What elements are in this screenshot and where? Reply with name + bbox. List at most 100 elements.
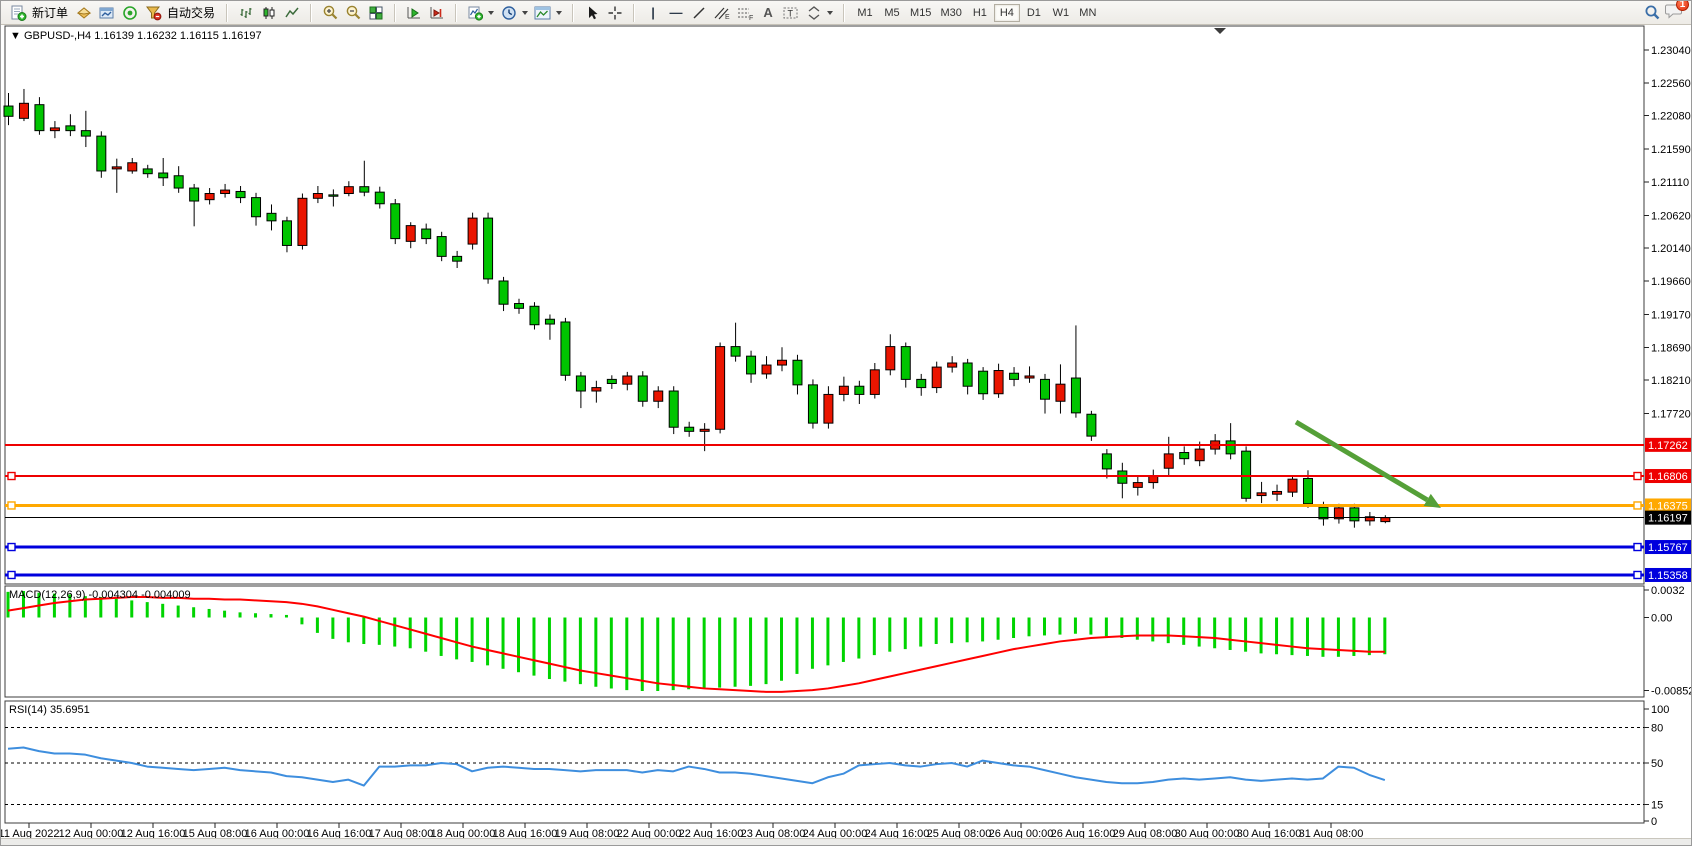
bar-chart-icon	[238, 5, 254, 21]
auto-scroll-icon	[406, 5, 422, 21]
timeframe-m30-button[interactable]: M30	[936, 4, 965, 22]
separator	[226, 4, 228, 22]
tile-windows-icon	[368, 5, 384, 21]
svg-text:T: T	[788, 8, 794, 18]
svg-text:0: 0	[1651, 816, 1657, 828]
cursor-button[interactable]	[581, 3, 603, 23]
timeframe-d1-button[interactable]: D1	[1021, 4, 1047, 22]
periods-dropdown-caret[interactable]	[522, 11, 528, 15]
signals-button[interactable]	[119, 3, 141, 23]
objects-group: | — E F A	[640, 2, 838, 24]
line-chart-button[interactable]	[281, 3, 303, 23]
zoom-in-icon	[322, 4, 339, 21]
svg-text:50: 50	[1651, 758, 1663, 770]
terminal-window: 新订单	[0, 0, 1692, 846]
insert-group	[462, 2, 567, 24]
new-order-label[interactable]: 新订单	[30, 4, 72, 21]
svg-text:F: F	[749, 15, 753, 21]
svg-text:1.16197: 1.16197	[1648, 513, 1688, 525]
search-icon	[1644, 4, 1661, 21]
price-chart[interactable]: 1.230401.225601.220801.215901.211101.206…	[1, 25, 1692, 840]
text-button[interactable]: A	[757, 3, 779, 23]
chart-shift-button[interactable]	[426, 3, 448, 23]
bar-chart-button[interactable]	[235, 3, 257, 23]
line-chart-icon	[284, 5, 300, 21]
templates-dropdown-caret[interactable]	[556, 11, 562, 15]
separator	[572, 4, 574, 22]
text-icon: A	[763, 6, 772, 19]
chart-type-group	[233, 2, 305, 24]
autotrade-label[interactable]: 自动交易	[165, 4, 219, 21]
arrows-button[interactable]	[803, 3, 825, 23]
svg-text:0.00: 0.00	[1651, 613, 1672, 625]
main-toolbar: 新订单	[1, 1, 1692, 25]
timeframe-h1-button[interactable]: H1	[967, 4, 993, 22]
timeframe-m5-button[interactable]: M5	[879, 4, 905, 22]
text-label-button[interactable]: T	[780, 3, 802, 23]
svg-text:0.0032: 0.0032	[1651, 585, 1685, 597]
svg-text:1.15358: 1.15358	[1648, 570, 1688, 582]
templates-button[interactable]	[532, 3, 554, 23]
timeframe-group: M1M5M15M30H1H4D1W1MN	[850, 2, 1103, 24]
order-group: 新订单	[5, 2, 221, 24]
svg-text:1.15767: 1.15767	[1648, 542, 1688, 554]
crosshair-icon	[607, 5, 623, 21]
trendline-button[interactable]	[688, 3, 710, 23]
notification-badge[interactable]: 1	[1676, 0, 1689, 11]
timeframe-w1-button[interactable]: W1	[1048, 4, 1074, 22]
arrows-dropdown-caret[interactable]	[827, 11, 833, 15]
horizontal-line-icon: —	[670, 6, 683, 19]
svg-text:E: E	[725, 14, 730, 21]
crosshair-button[interactable]	[604, 3, 626, 23]
trendline-icon	[691, 5, 707, 21]
timeframe-m1-button[interactable]: M1	[852, 4, 878, 22]
zoom-in-button[interactable]	[319, 3, 341, 23]
timeframe-h4-button[interactable]: H4	[994, 4, 1020, 22]
svg-text:15: 15	[1651, 800, 1663, 812]
fibonacci-button[interactable]: F	[734, 3, 756, 23]
svg-text:1.19660: 1.19660	[1651, 276, 1691, 288]
autotrade-button[interactable]	[142, 3, 164, 23]
svg-text:1.18690: 1.18690	[1651, 342, 1691, 354]
svg-text:1.19170: 1.19170	[1651, 309, 1691, 321]
periods-button[interactable]	[498, 3, 520, 23]
candlestick-icon	[261, 5, 277, 21]
candlestick-button[interactable]	[258, 3, 280, 23]
signals-icon	[122, 5, 138, 21]
new-order-button[interactable]	[7, 3, 29, 23]
zoom-out-button[interactable]	[342, 3, 364, 23]
indicators-icon	[467, 5, 483, 21]
zoom-out-icon	[345, 4, 362, 21]
cursor-icon	[584, 5, 600, 21]
text-label-icon: T	[782, 5, 800, 21]
timeframe-mn-button[interactable]: MN	[1075, 4, 1101, 22]
svg-text:MACD(12,26,9) -0.004304 -0.004: MACD(12,26,9) -0.004304 -0.004009	[9, 589, 191, 601]
horizontal-line-button[interactable]: —	[665, 3, 687, 23]
chat-button[interactable]: 1	[1664, 2, 1683, 24]
svg-text:1.22560: 1.22560	[1651, 78, 1691, 90]
indicators-button[interactable]	[464, 3, 486, 23]
zoom-group	[317, 2, 389, 24]
new-order-icon	[10, 5, 27, 21]
svg-text:100: 100	[1651, 704, 1669, 716]
svg-text:▼ GBPUSD-,H4 1.16139 1.16232: ▼ GBPUSD-,H4 1.16139 1.16232 1.16115 1.1…	[10, 30, 262, 42]
channel-button[interactable]: E	[711, 3, 733, 23]
svg-text:1.16806: 1.16806	[1648, 471, 1688, 483]
timeframe-m15-button[interactable]: M15	[906, 4, 935, 22]
scroll-group	[401, 2, 450, 24]
terminal-button[interactable]	[96, 3, 118, 23]
status-strip	[1, 838, 1692, 845]
styler-button[interactable]	[73, 3, 95, 23]
svg-text:80: 80	[1651, 722, 1663, 734]
separator	[310, 4, 312, 22]
indicators-dropdown-caret[interactable]	[488, 11, 494, 15]
svg-text:1.20140: 1.20140	[1651, 243, 1691, 255]
vertical-line-icon: |	[651, 6, 655, 19]
vertical-line-button[interactable]: |	[642, 3, 664, 23]
tile-windows-button[interactable]	[365, 3, 387, 23]
separator	[394, 4, 396, 22]
template-icon	[534, 5, 552, 21]
auto-scroll-button[interactable]	[403, 3, 425, 23]
search-button[interactable]	[1641, 3, 1663, 23]
separator	[843, 4, 845, 22]
